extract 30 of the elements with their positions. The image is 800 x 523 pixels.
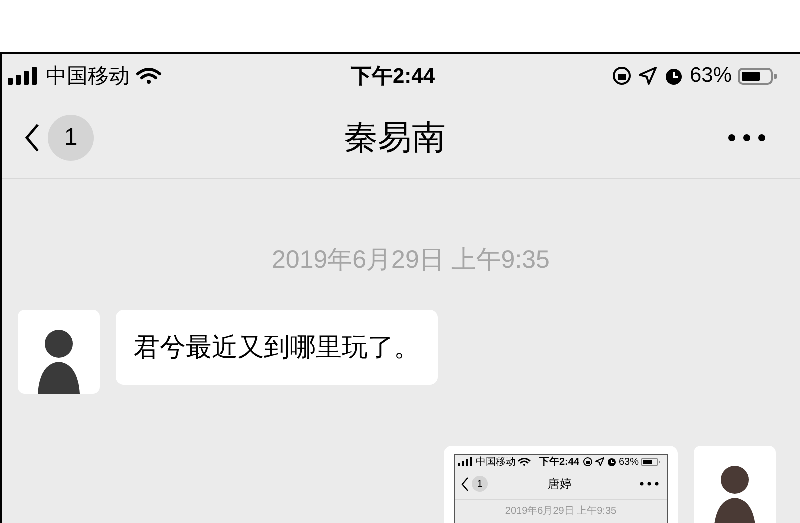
wifi-icon — [136, 66, 162, 86]
status-time: 下午2:44 — [350, 64, 436, 90]
more-dots-icon — [640, 482, 659, 486]
battery-percent: 63% — [619, 456, 640, 468]
battery-icon — [738, 66, 778, 86]
unread-count-badge: 1 — [472, 476, 488, 492]
location-arrow-icon — [638, 66, 658, 86]
battery-icon — [641, 457, 662, 467]
carrier-name: 中国移动 — [476, 456, 516, 469]
battery-percent: 63% — [690, 64, 732, 88]
carrier-name: 中国移动 — [46, 64, 130, 90]
back-button[interactable] — [24, 123, 40, 153]
image-message[interactable]: 中国移动 下午2:44 63% 1 唐婷 2019年6月29日 上午9:35 — [444, 446, 678, 523]
wifi-icon — [518, 457, 531, 467]
message-bubble: 君兮最近又到哪里玩了。 — [116, 310, 438, 385]
chat-title: 秦易南 — [344, 117, 446, 160]
more-dots-icon — [728, 134, 766, 142]
chevron-left-icon — [24, 123, 40, 153]
signal-icon — [458, 457, 474, 467]
chat-title: 唐婷 — [548, 476, 572, 492]
signal-icon — [8, 66, 40, 86]
alarm-clock-icon — [607, 457, 617, 467]
chevron-left-icon — [461, 476, 469, 492]
back-button[interactable] — [461, 476, 469, 492]
message-timestamp: 2019年6月29日 上午9:35 — [271, 245, 550, 276]
location-arrow-icon — [595, 457, 605, 467]
unread-count-badge: 1 — [48, 115, 94, 161]
status-time: 下午2:44 — [540, 456, 580, 469]
alarm-clock-icon — [664, 66, 684, 86]
message-timestamp: 2019年6月29日 上午9:35 — [505, 504, 617, 518]
